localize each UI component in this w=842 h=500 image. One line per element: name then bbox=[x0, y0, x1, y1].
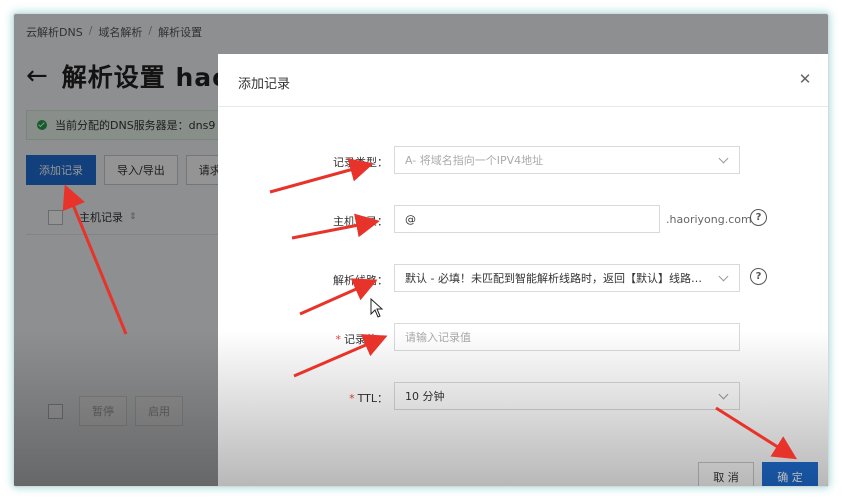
screenshot-frame: 云解析DNS / 域名解析 / 解析设置 ← 解析设置 hao 当前分配的DNS… bbox=[14, 14, 828, 486]
dialog-header: 添加记录 ✕ bbox=[218, 54, 828, 107]
dialog-title: 添加记录 bbox=[238, 77, 291, 92]
help-circle-icon[interactable]: ? bbox=[750, 268, 767, 285]
ttl-select[interactable]: 10 分钟 bbox=[394, 382, 740, 410]
confirm-button[interactable]: 确 定 bbox=[762, 462, 818, 486]
add-record-dialog: 添加记录 ✕ 记录类型： A- 将域名指向一个IPV4地址 主机记录： @ .h… bbox=[218, 54, 828, 486]
record-value-placeholder: 请输入记录值 bbox=[405, 331, 471, 344]
chevron-down-icon bbox=[718, 389, 729, 400]
chevron-down-icon bbox=[718, 153, 729, 164]
host-record-input[interactable]: @ bbox=[394, 205, 660, 233]
record-type-select[interactable]: A- 将域名指向一个IPV4地址 bbox=[394, 146, 740, 174]
line-label: 解析线路： bbox=[333, 274, 388, 287]
close-icon[interactable]: ✕ bbox=[798, 72, 812, 87]
record-value-input[interactable]: 请输入记录值 bbox=[394, 323, 740, 351]
host-record-value: @ bbox=[405, 212, 416, 226]
domain-suffix: .haoriyong.com bbox=[666, 213, 752, 226]
chevron-down-icon bbox=[718, 271, 729, 282]
record-type-value: A- 将域名指向一个IPV4地址 bbox=[405, 154, 544, 167]
record-value-label: * 记录值： bbox=[335, 333, 389, 346]
cancel-button[interactable]: 取 消 bbox=[698, 462, 754, 486]
line-select[interactable]: 默认 - 必填！未匹配到智能解析线路时，返回【默认】线路设... bbox=[394, 264, 740, 292]
line-value: 默认 - 必填！未匹配到智能解析线路时，返回【默认】线路设... bbox=[405, 272, 712, 285]
mouse-cursor-icon bbox=[370, 298, 384, 318]
record-type-label: 记录类型： bbox=[333, 156, 388, 169]
help-circle-icon[interactable]: ? bbox=[750, 209, 767, 226]
ttl-label: * TTL： bbox=[349, 392, 388, 405]
dialog-footer: 取 消 确 定 bbox=[218, 458, 828, 486]
ttl-value: 10 分钟 bbox=[405, 390, 445, 403]
host-record-label: 主机记录： bbox=[333, 215, 388, 228]
